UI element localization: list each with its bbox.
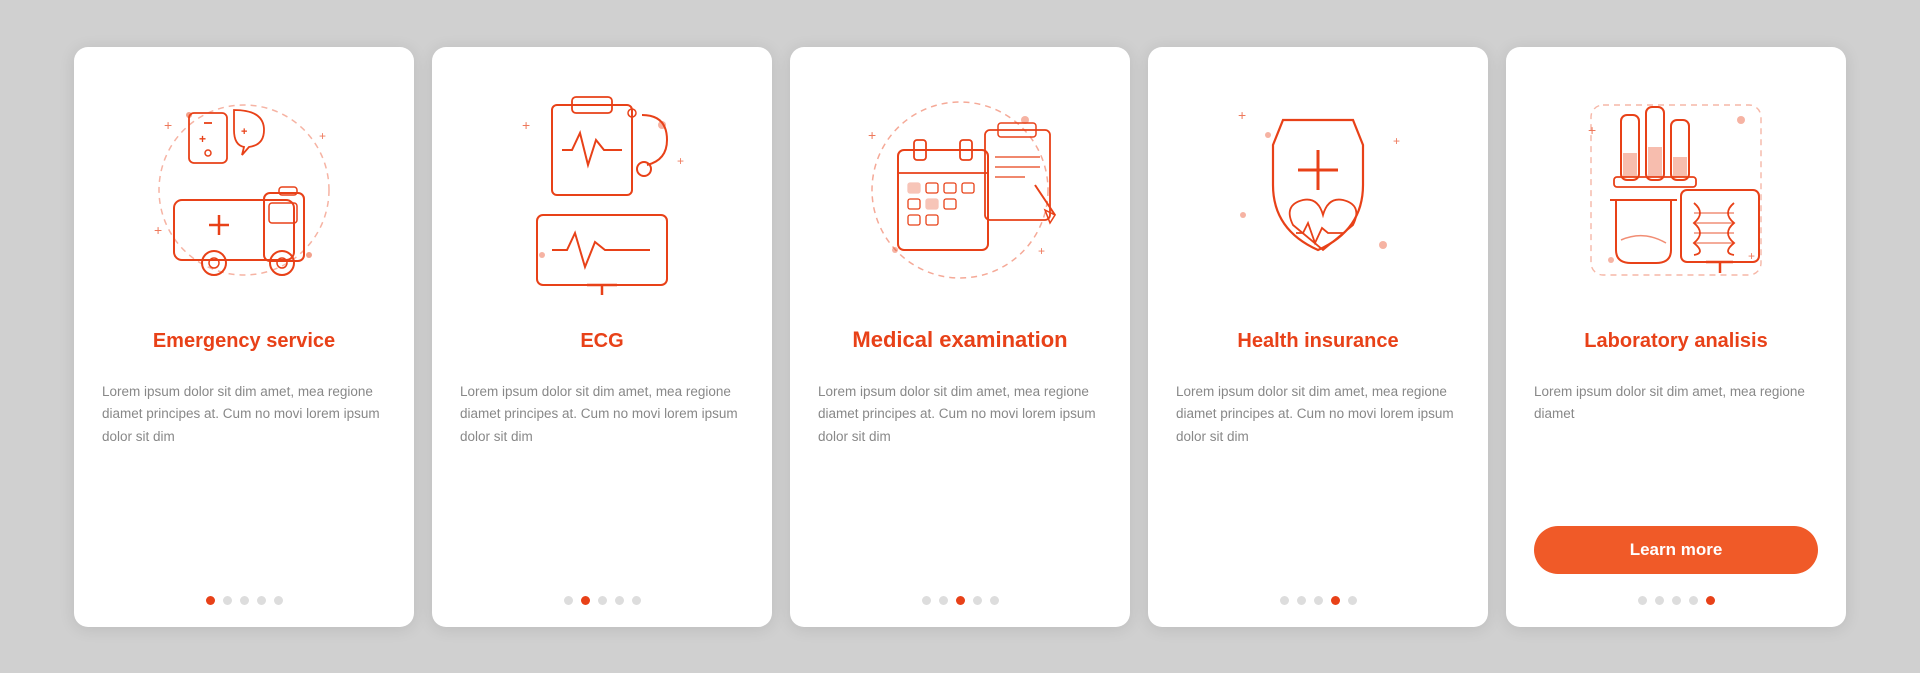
- dot-1: [206, 596, 215, 605]
- dot-1: [1638, 596, 1647, 605]
- svg-text:+: +: [319, 129, 326, 143]
- medical-exam-icon: + +: [850, 85, 1070, 295]
- card-dots-emergency: [206, 596, 283, 605]
- svg-text:+: +: [522, 117, 530, 133]
- card-icon-area-emergency: + + + + +: [102, 75, 386, 305]
- svg-text:+: +: [1238, 107, 1246, 123]
- svg-text:+: +: [1588, 122, 1596, 138]
- card-body-health-insurance: Lorem ipsum dolor sit dim amet, mea regi…: [1176, 381, 1460, 574]
- card-body-emergency: Lorem ipsum dolor sit dim amet, mea regi…: [102, 381, 386, 574]
- dot-4: [973, 596, 982, 605]
- card-laboratory: + +: [1506, 47, 1846, 627]
- svg-text:+: +: [677, 154, 684, 168]
- card-dots-medical-exam: [922, 596, 999, 605]
- dot-5: [990, 596, 999, 605]
- cards-container: + + + + +: [42, 23, 1878, 651]
- card-medical-examination: + +: [790, 47, 1130, 627]
- card-title-emergency: Emergency service: [153, 315, 335, 367]
- card-title-medical-exam: Medical examination: [852, 315, 1067, 367]
- dot-2: [939, 596, 948, 605]
- dot-3: [240, 596, 249, 605]
- card-emergency: + + + + +: [74, 47, 414, 627]
- card-dots-ecg: [564, 596, 641, 605]
- card-title-laboratory: Laboratory analisis: [1584, 315, 1767, 367]
- card-title-health-insurance: Health insurance: [1237, 315, 1398, 367]
- card-icon-area-medical-exam: + +: [818, 75, 1102, 305]
- svg-text:+: +: [241, 126, 247, 138]
- card-health-insurance: + + Health insurance Lorem ipsum dolor s…: [1148, 47, 1488, 627]
- card-body-ecg: Lorem ipsum dolor sit dim amet, mea regi…: [460, 381, 744, 574]
- svg-text:+: +: [1393, 134, 1400, 148]
- dot-2: [1655, 596, 1664, 605]
- dot-4: [1689, 596, 1698, 605]
- dot-3: [956, 596, 965, 605]
- dot-5: [274, 596, 283, 605]
- dot-1: [564, 596, 573, 605]
- dot-5: [1706, 596, 1715, 605]
- learn-more-button[interactable]: Learn more: [1534, 526, 1818, 574]
- card-ecg: + + ECG Lo: [432, 47, 772, 627]
- dot-4: [615, 596, 624, 605]
- dot-4: [257, 596, 266, 605]
- dot-1: [1280, 596, 1289, 605]
- dot-1: [922, 596, 931, 605]
- svg-text:+: +: [199, 132, 206, 146]
- card-title-ecg: ECG: [580, 315, 623, 367]
- svg-text:+: +: [868, 127, 876, 143]
- ecg-icon: + +: [492, 85, 712, 295]
- dot-3: [1672, 596, 1681, 605]
- svg-text:+: +: [1748, 249, 1755, 263]
- card-dots-laboratory: [1638, 596, 1715, 605]
- dot-2: [1297, 596, 1306, 605]
- svg-text:+: +: [164, 117, 172, 133]
- dot-4: [1331, 596, 1340, 605]
- svg-text:+: +: [1038, 244, 1045, 258]
- dot-3: [598, 596, 607, 605]
- card-body-medical-exam: Lorem ipsum dolor sit dim amet, mea regi…: [818, 381, 1102, 574]
- dot-2: [223, 596, 232, 605]
- card-dots-health-insurance: [1280, 596, 1357, 605]
- card-icon-area-ecg: + +: [460, 75, 744, 305]
- dot-3: [1314, 596, 1323, 605]
- svg-text:+: +: [154, 222, 162, 238]
- ambulance-icon: + + + + +: [134, 85, 354, 295]
- card-body-laboratory: Lorem ipsum dolor sit dim amet, mea regi…: [1534, 381, 1818, 508]
- laboratory-icon: + +: [1566, 85, 1786, 295]
- card-icon-area-laboratory: + +: [1534, 75, 1818, 305]
- dot-2: [581, 596, 590, 605]
- health-insurance-icon: + +: [1208, 85, 1428, 295]
- card-icon-area-health-insurance: + +: [1176, 75, 1460, 305]
- dot-5: [1348, 596, 1357, 605]
- dot-5: [632, 596, 641, 605]
